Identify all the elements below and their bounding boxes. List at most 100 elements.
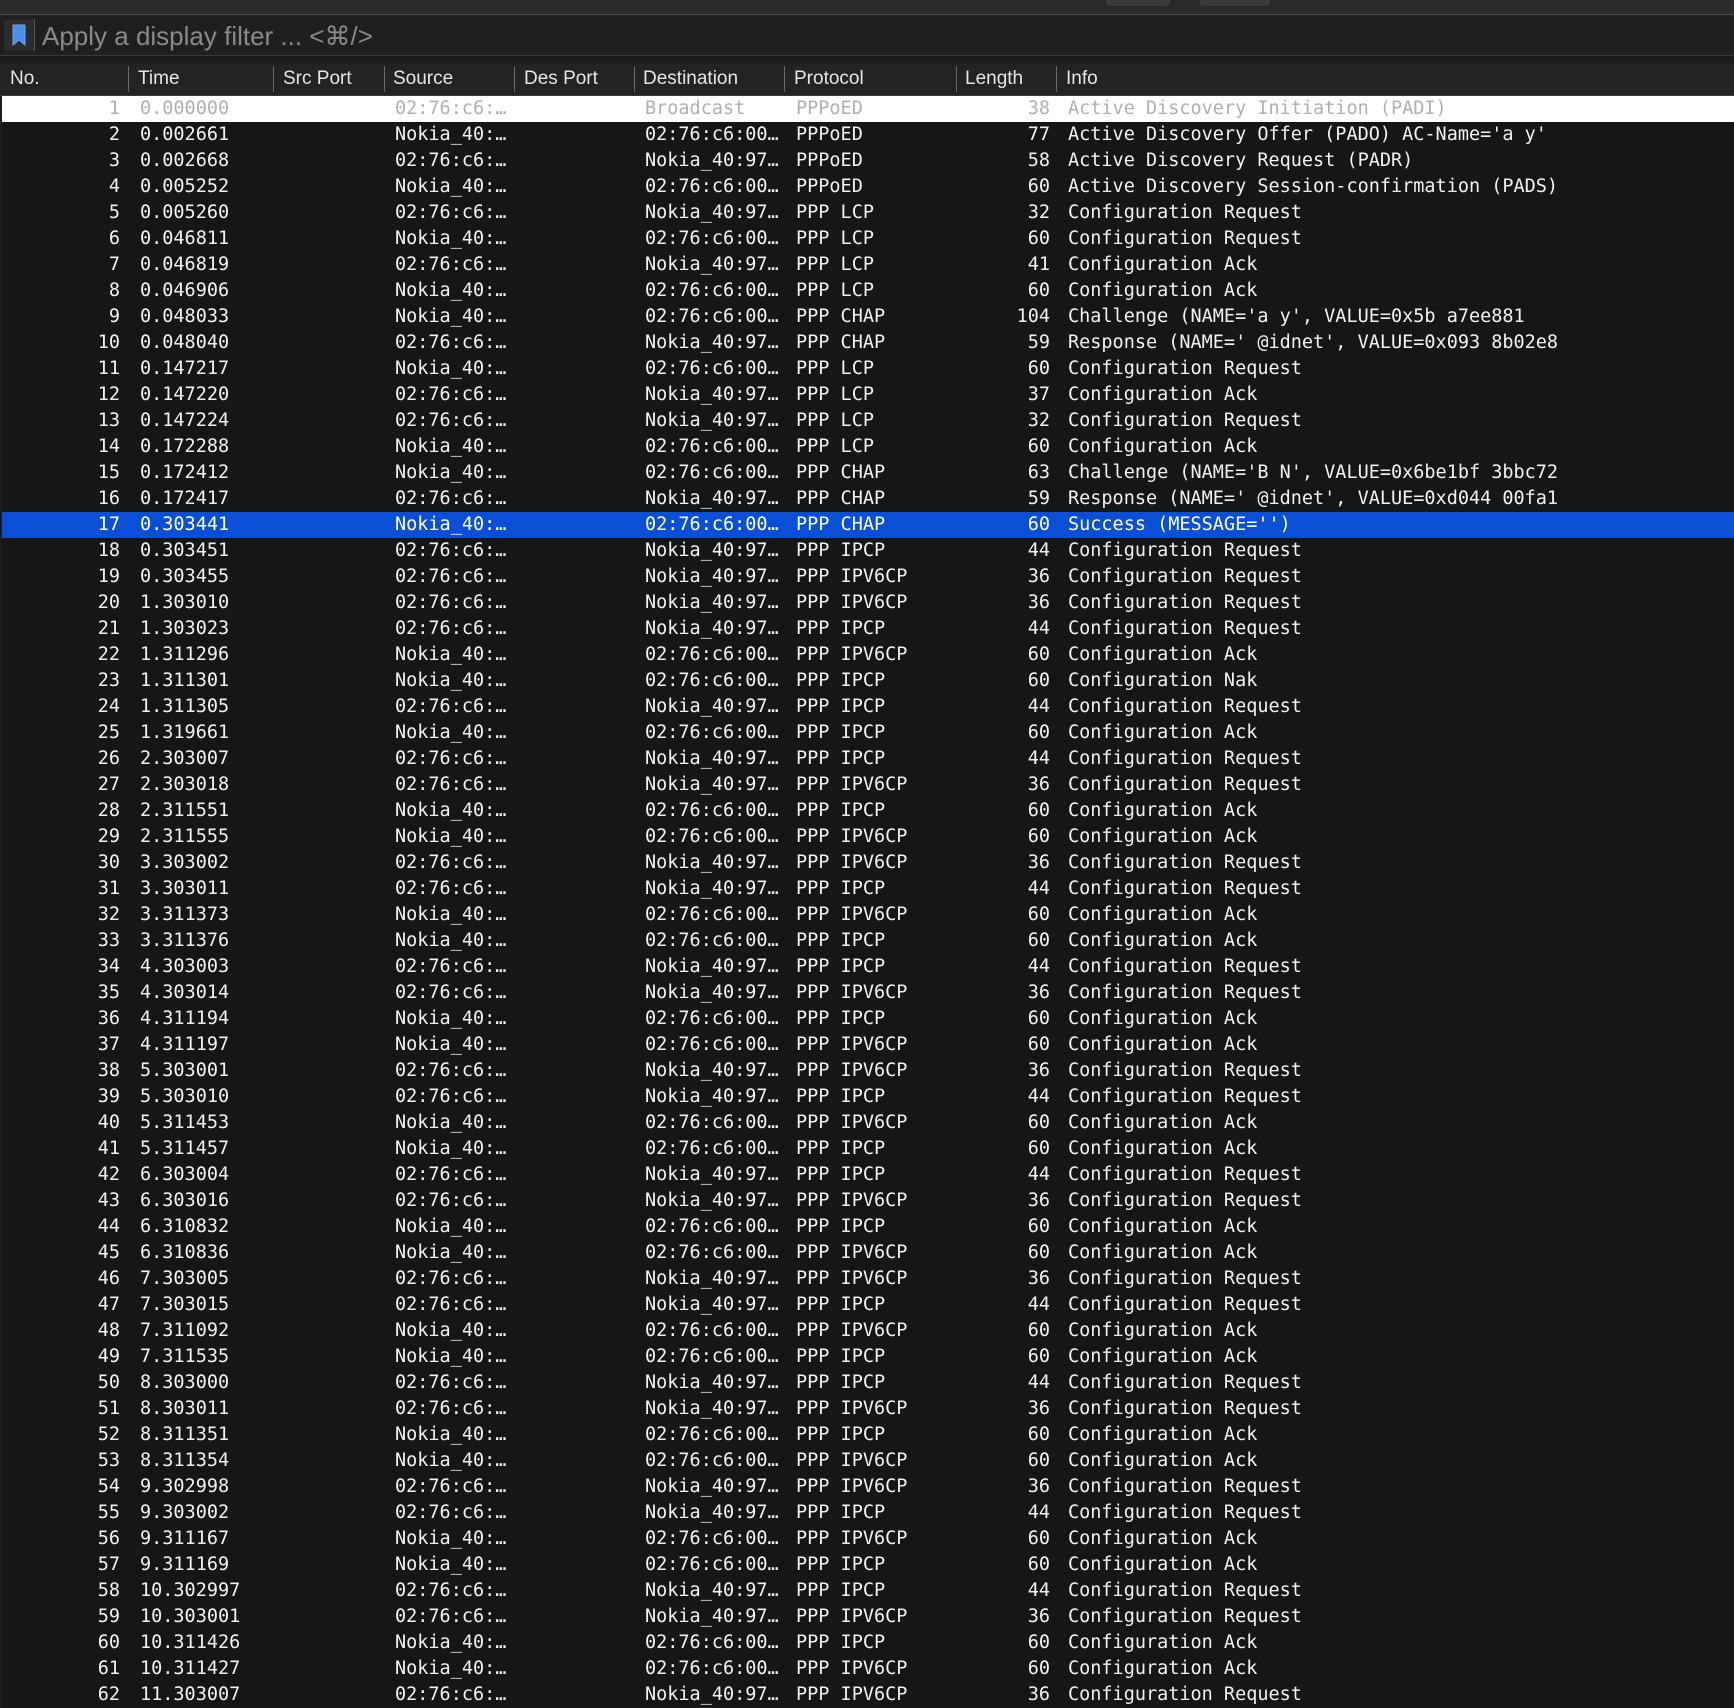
table-row[interactable]: 6 0.046811 Nokia_40:… 02:76:c6:00… PPP LCP 60… [2,226,1734,252]
table-row[interactable]: 8 0.046906 Nokia_40:… 02:76:c6:00… PPP LCP 60… [2,278,1734,304]
table-row[interactable]: 35 4.303014 02:76:c6:… Nokia_40:97… PPP IPV6… [2,980,1734,1006]
packet-info: Configuration Request [1068,566,1302,587]
table-row[interactable]: 23 1.311301 Nokia_40:… 02:76:c6:00… PPP IPCP… [2,668,1734,694]
packet-number: 47 [97,1294,120,1315]
packet-info: Configuration Ack [1068,1008,1258,1029]
column-header-time[interactable]: Time [138,63,180,95]
table-row[interactable]: 29 2.311555 Nokia_40:… 02:76:c6:00… PPP IPV6… [2,824,1734,850]
table-row[interactable]: 18 0.303451 02:76:c6:… Nokia_40:97… PPP IPCP… [2,538,1734,564]
table-row[interactable]: 60 10.311426 Nokia_40:… 02:76:c6:00… PPP IPC… [2,1630,1734,1656]
table-row[interactable]: 41 5.311457 Nokia_40:… 02:76:c6:00… PPP IPCP… [2,1136,1734,1162]
packet-time: 1.311305 [140,696,230,717]
packet-protocol: PPP IPCP [796,696,886,717]
table-row[interactable]: 57 9.311169 Nokia_40:… 02:76:c6:00… PPP IPCP… [2,1552,1734,1578]
column-header-src-port[interactable]: Src Port [283,63,352,95]
column-header-no[interactable]: No. [10,63,40,95]
table-row[interactable]: 48 7.311092 Nokia_40:… 02:76:c6:00… PPP IPV6… [2,1318,1734,1344]
table-row[interactable]: 31 3.303011 02:76:c6:… Nokia_40:97… PPP IPCP… [2,876,1734,902]
table-row[interactable]: 12 0.147220 02:76:c6:… Nokia_40:97… PPP LCP 3… [2,382,1734,408]
table-row[interactable]: 21 1.303023 02:76:c6:… Nokia_40:97… PPP IPCP… [2,616,1734,642]
table-row[interactable]: 33 3.311376 Nokia_40:… 02:76:c6:00… PPP IPCP… [2,928,1734,954]
column-header-destination[interactable]: Destination [643,63,738,95]
table-row[interactable]: 62 11.303007 02:76:c6:… Nokia_40:97… PPP IPV… [2,1682,1734,1708]
table-row[interactable]: 58 10.302997 02:76:c6:… Nokia_40:97… PPP IPC… [2,1578,1734,1604]
table-row[interactable]: 37 4.311197 Nokia_40:… 02:76:c6:00… PPP IPV6… [2,1032,1734,1058]
table-row[interactable]: 50 8.303000 02:76:c6:… Nokia_40:97… PPP IPCP… [2,1370,1734,1396]
table-row[interactable]: 17 0.303441 Nokia_40:… 02:76:c6:00… PPP CHAP… [2,512,1734,538]
column-separator[interactable] [784,66,785,92]
packet-length: 60 [1027,358,1050,379]
packet-number: 5 [108,202,120,223]
table-row[interactable]: 51 8.303011 02:76:c6:… Nokia_40:97… PPP IPV6… [2,1396,1734,1422]
packet-destination: 02:76:c6:00… [645,930,779,951]
column-header-source[interactable]: Source [393,63,453,95]
toolbar-tab[interactable] [1106,0,1170,6]
column-header-des-port[interactable]: Des Port [524,63,598,95]
table-row[interactable]: 47 7.303015 02:76:c6:… Nokia_40:97… PPP IPCP… [2,1292,1734,1318]
packet-destination: Nokia_40:97… [645,1164,779,1185]
table-row[interactable]: 11 0.147217 Nokia_40:… 02:76:c6:00… PPP LCP 6… [2,356,1734,382]
table-row[interactable]: 19 0.303455 02:76:c6:… Nokia_40:97… PPP IPV6… [2,564,1734,590]
table-row[interactable]: 2 0.002661 Nokia_40:… 02:76:c6:00… PPPoED 77 A… [2,122,1734,148]
packet-info: Response (NAME=' @idnet', VALUE=0x093 8b… [1068,332,1559,353]
table-row[interactable]: 1 0.000000 02:76:c6:… Broadcast PPPoED 38 Acti… [2,96,1734,122]
packet-time: 2.303007 [140,748,230,769]
table-row[interactable]: 14 0.172288 Nokia_40:… 02:76:c6:00… PPP LCP 6… [2,434,1734,460]
table-row[interactable]: 3 0.002668 02:76:c6:… Nokia_40:97… PPPoED 58 A… [2,148,1734,174]
table-row[interactable]: 42 6.303004 02:76:c6:… Nokia_40:97… PPP IPCP… [2,1162,1734,1188]
packet-number: 55 [97,1502,120,1523]
column-separator[interactable] [128,66,129,92]
packet-number: 7 [108,254,120,275]
filter-bookmark-button[interactable] [4,19,35,51]
table-row[interactable]: 46 7.303005 02:76:c6:… Nokia_40:97… PPP IPV6… [2,1266,1734,1292]
table-row[interactable]: 40 5.311453 Nokia_40:… 02:76:c6:00… PPP IPV6… [2,1110,1734,1136]
toolbar-tab[interactable] [1200,0,1270,6]
column-header-length[interactable]: Length [965,63,1023,95]
table-row[interactable]: 15 0.172412 Nokia_40:… 02:76:c6:00… PPP CHAP… [2,460,1734,486]
column-header-protocol[interactable]: Protocol [794,63,864,95]
table-row[interactable]: 55 9.303002 02:76:c6:… Nokia_40:97… PPP IPCP… [2,1500,1734,1526]
table-row[interactable]: 5 0.005260 02:76:c6:… Nokia_40:97… PPP LCP 32… [2,200,1734,226]
column-separator[interactable] [514,66,515,92]
column-separator[interactable] [956,66,957,92]
table-row[interactable]: 43 6.303016 02:76:c6:… Nokia_40:97… PPP IPV6… [2,1188,1734,1214]
table-row[interactable]: 16 0.172417 02:76:c6:… Nokia_40:97… PPP CHAP… [2,486,1734,512]
column-separator[interactable] [1056,66,1057,92]
column-separator[interactable] [273,66,274,92]
table-row[interactable]: 25 1.319661 Nokia_40:… 02:76:c6:00… PPP IPCP… [2,720,1734,746]
table-row[interactable]: 59 10.303001 02:76:c6:… Nokia_40:97… PPP IPV… [2,1604,1734,1630]
table-row[interactable]: 53 8.311354 Nokia_40:… 02:76:c6:00… PPP IPV6… [2,1448,1734,1474]
packet-source: Nokia_40:… [395,1034,507,1055]
table-row[interactable]: 49 7.311535 Nokia_40:… 02:76:c6:00… PPP IPCP… [2,1344,1734,1370]
table-row[interactable]: 34 4.303003 02:76:c6:… Nokia_40:97… PPP IPCP… [2,954,1734,980]
table-row[interactable]: 10 0.048040 02:76:c6:… Nokia_40:97… PPP CHAP… [2,330,1734,356]
table-row[interactable]: 27 2.303018 02:76:c6:… Nokia_40:97… PPP IPV6… [2,772,1734,798]
table-row[interactable]: 20 1.303010 02:76:c6:… Nokia_40:97… PPP IPV6… [2,590,1734,616]
table-row[interactable]: 13 0.147224 02:76:c6:… Nokia_40:97… PPP LCP 3… [2,408,1734,434]
column-separator[interactable] [634,66,635,92]
table-row[interactable]: 56 9.311167 Nokia_40:… 02:76:c6:00… PPP IPV6… [2,1526,1734,1552]
table-row[interactable]: 45 6.310836 Nokia_40:… 02:76:c6:00… PPP IPV6… [2,1240,1734,1266]
column-separator[interactable] [384,66,385,92]
table-row[interactable]: 7 0.046819 02:76:c6:… Nokia_40:97… PPP LCP 41… [2,252,1734,278]
table-row[interactable]: 52 8.311351 Nokia_40:… 02:76:c6:00… PPP IPCP… [2,1422,1734,1448]
display-filter-input[interactable] [42,21,1722,51]
table-row[interactable]: 54 9.302998 02:76:c6:… Nokia_40:97… PPP IPV6… [2,1474,1734,1500]
table-row[interactable]: 24 1.311305 02:76:c6:… Nokia_40:97… PPP IPCP… [2,694,1734,720]
packet-time: 7.303015 [140,1294,230,1315]
table-row[interactable]: 22 1.311296 Nokia_40:… 02:76:c6:00… PPP IPV6… [2,642,1734,668]
table-row[interactable]: 32 3.311373 Nokia_40:… 02:76:c6:00… PPP IPV6… [2,902,1734,928]
table-row[interactable]: 36 4.311194 Nokia_40:… 02:76:c6:00… PPP IPCP… [2,1006,1734,1032]
table-row[interactable]: 61 10.311427 Nokia_40:… 02:76:c6:00… PPP IPV… [2,1656,1734,1682]
table-row[interactable]: 26 2.303007 02:76:c6:… Nokia_40:97… PPP IPCP… [2,746,1734,772]
packet-protocol: PPP IPCP [796,1502,886,1523]
column-header-info[interactable]: Info [1066,63,1098,95]
table-row[interactable]: 28 2.311551 Nokia_40:… 02:76:c6:00… PPP IPCP… [2,798,1734,824]
table-row[interactable]: 39 5.303010 02:76:c6:… Nokia_40:97… PPP IPCP… [2,1084,1734,1110]
packet-info: Configuration Ack [1068,280,1258,301]
table-row[interactable]: 38 5.303001 02:76:c6:… Nokia_40:97… PPP IPV6… [2,1058,1734,1084]
table-row[interactable]: 4 0.005252 Nokia_40:… 02:76:c6:00… PPPoED 60 A… [2,174,1734,200]
table-row[interactable]: 9 0.048033 Nokia_40:… 02:76:c6:00… PPP CHAP 1… [2,304,1734,330]
table-row[interactable]: 44 6.310832 Nokia_40:… 02:76:c6:00… PPP IPCP… [2,1214,1734,1240]
table-row[interactable]: 30 3.303002 02:76:c6:… Nokia_40:97… PPP IPV6… [2,850,1734,876]
